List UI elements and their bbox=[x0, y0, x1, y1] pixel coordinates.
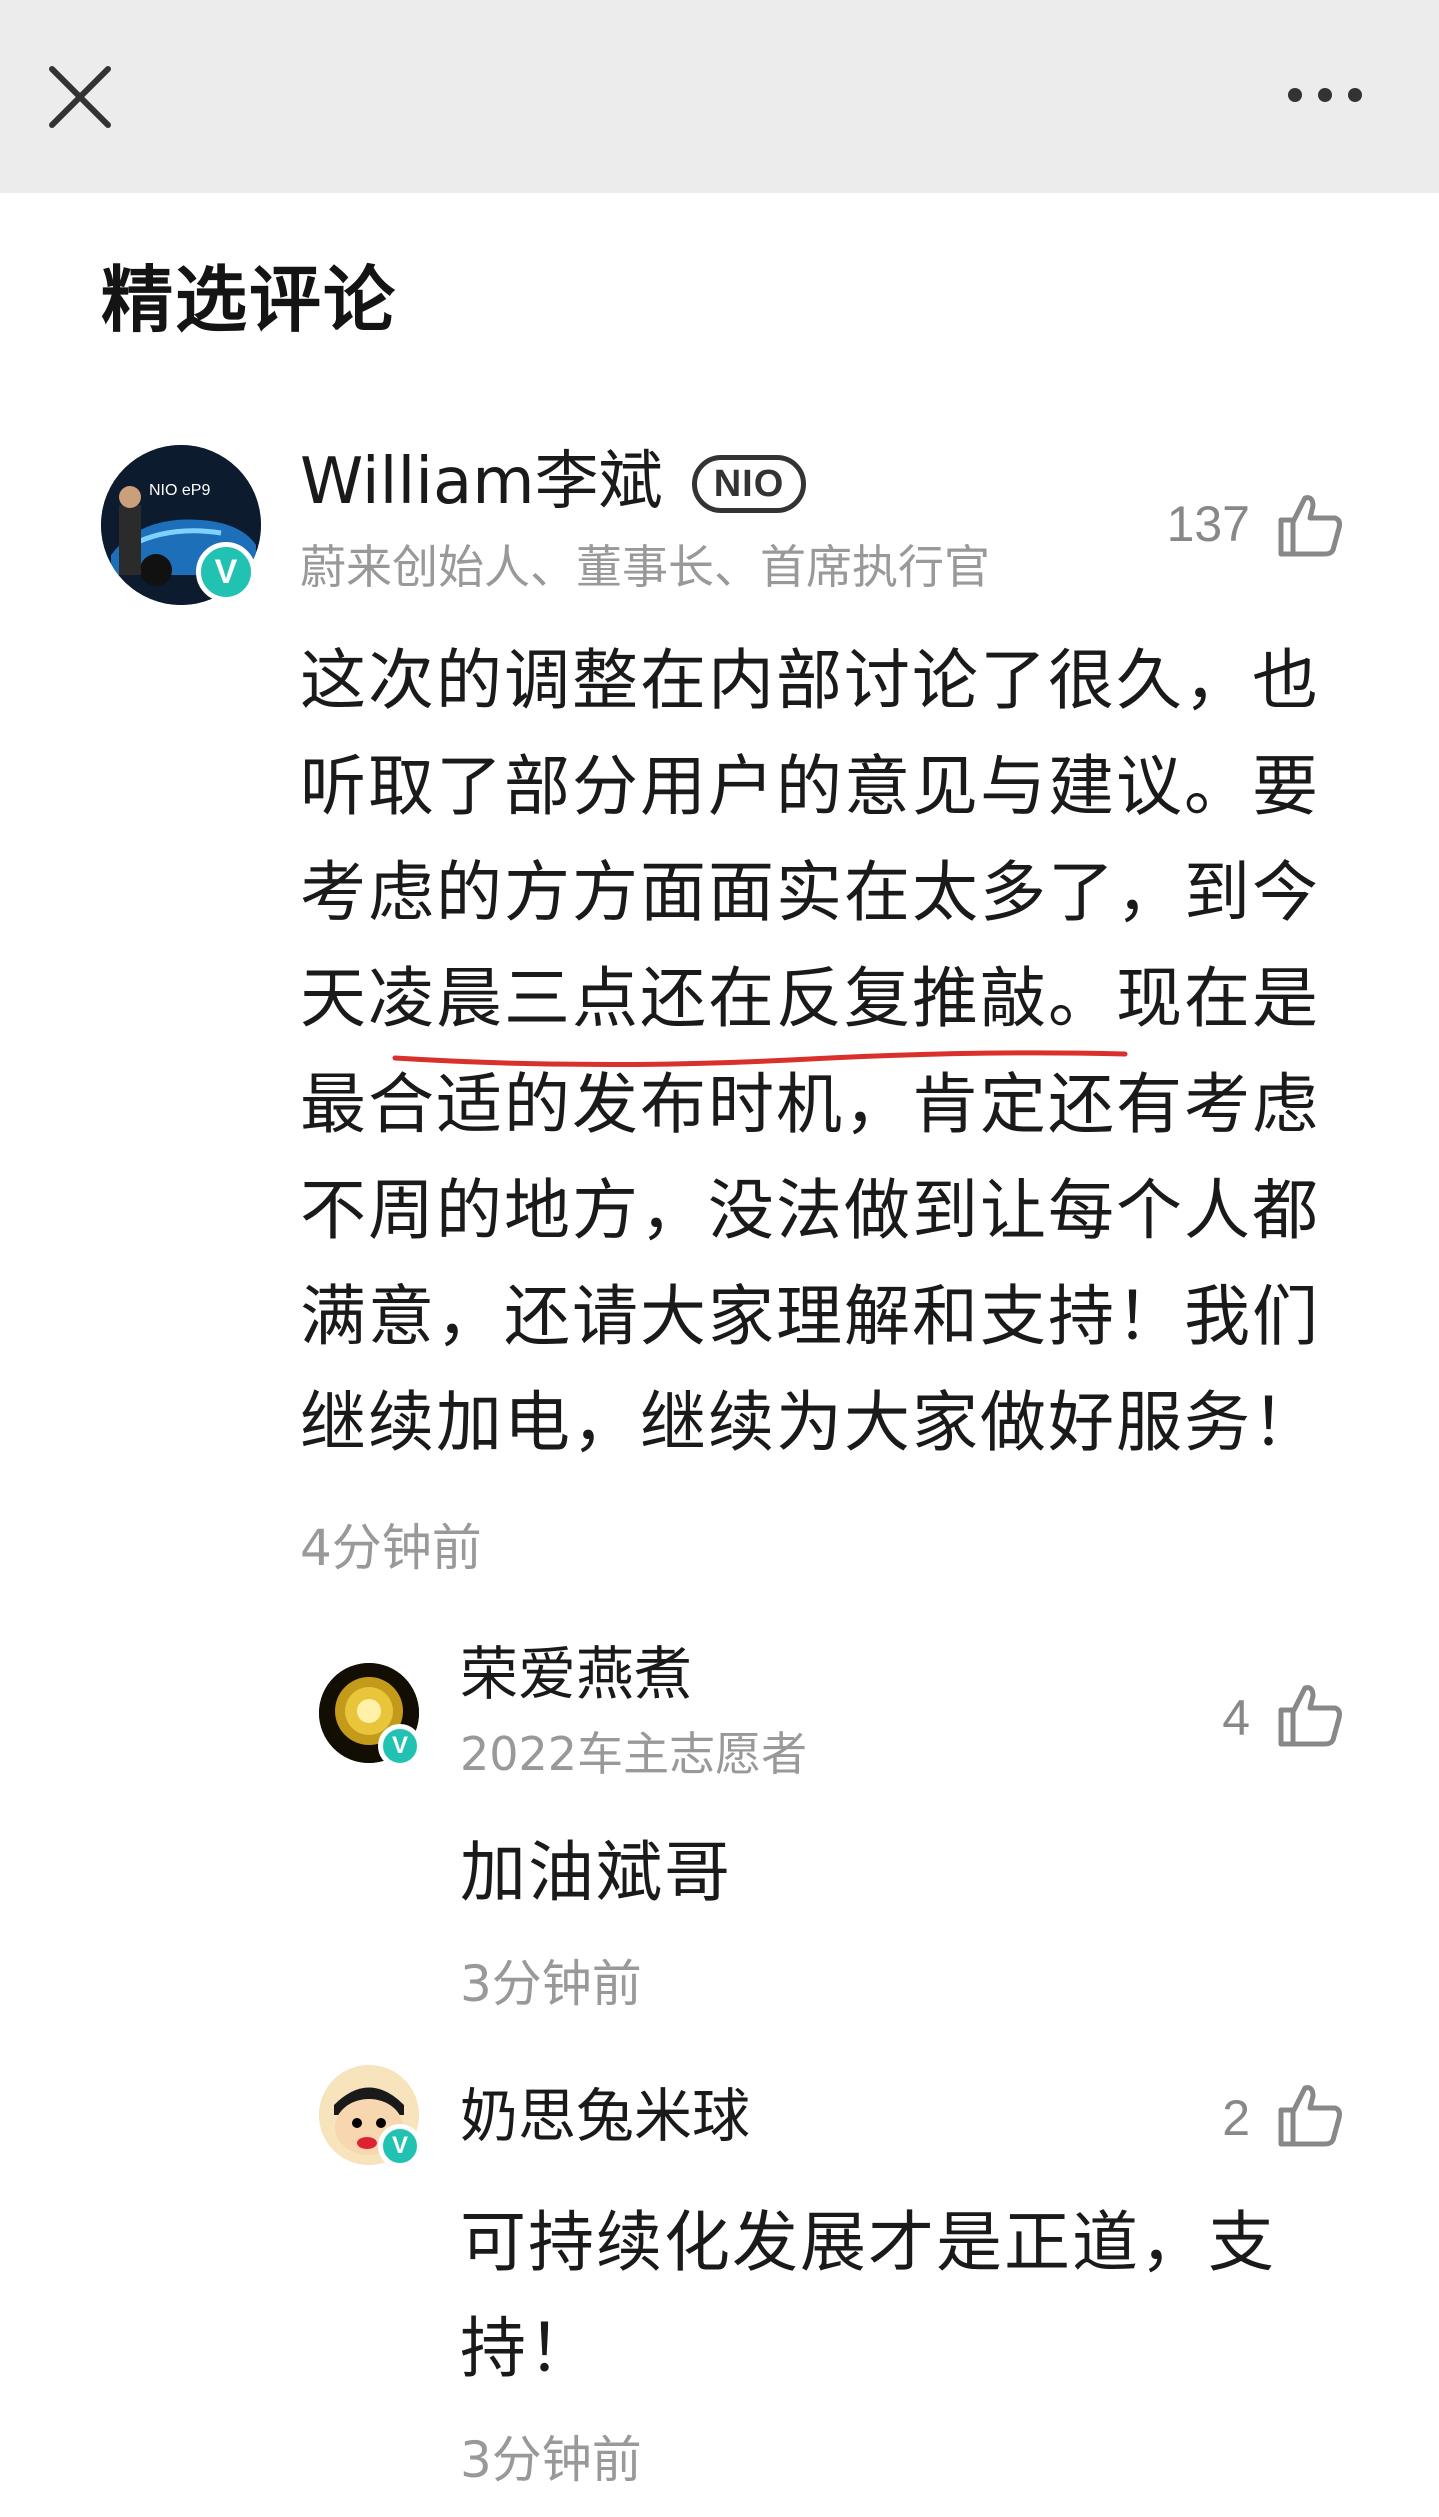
author-title: 蔚来创始人、董事长、首席执行官 bbox=[300, 540, 990, 594]
verified-badge: V bbox=[378, 1724, 422, 1768]
reply-author-title: 2022车主志愿者 bbox=[460, 1727, 808, 1781]
section-title: 精选评论 bbox=[101, 258, 398, 342]
more-icon bbox=[1288, 88, 1362, 102]
reply-author-name[interactable]: 荣爱燕煮 bbox=[460, 1634, 692, 1714]
reply-time: 3分钟前 bbox=[460, 1955, 642, 2013]
thumbs-up-icon[interactable] bbox=[1275, 2080, 1345, 2150]
top-bar bbox=[0, 0, 1439, 193]
comment-author-name[interactable]: William李斌 bbox=[300, 442, 663, 522]
reply-time: 3分钟前 bbox=[460, 2431, 642, 2489]
like-count: 4 bbox=[1222, 1690, 1250, 1746]
like-count: 2 bbox=[1222, 2090, 1250, 2146]
reply-author-name[interactable]: 奶思兔米球 bbox=[460, 2076, 750, 2156]
avatar-label: NIO eP9 bbox=[149, 482, 210, 499]
thumbs-up-icon[interactable] bbox=[1275, 1680, 1345, 1750]
comment-time: 4分钟前 bbox=[300, 1519, 482, 1577]
thumbs-up-icon[interactable] bbox=[1275, 490, 1345, 560]
more-options-button[interactable] bbox=[1280, 70, 1370, 120]
red-underline-annotation bbox=[392, 1050, 1128, 1068]
reply-body: 可持续化发展才是正道，支持！ bbox=[460, 2204, 1276, 2387]
close-icon bbox=[49, 66, 111, 128]
verified-badge: V bbox=[196, 542, 256, 602]
nio-brand-badge: NIO bbox=[692, 455, 806, 513]
verified-badge: V bbox=[378, 2124, 422, 2168]
close-button[interactable] bbox=[40, 57, 120, 137]
like-count: 137 bbox=[1166, 496, 1250, 552]
reply-body: 加油斌哥 bbox=[460, 1834, 732, 1911]
